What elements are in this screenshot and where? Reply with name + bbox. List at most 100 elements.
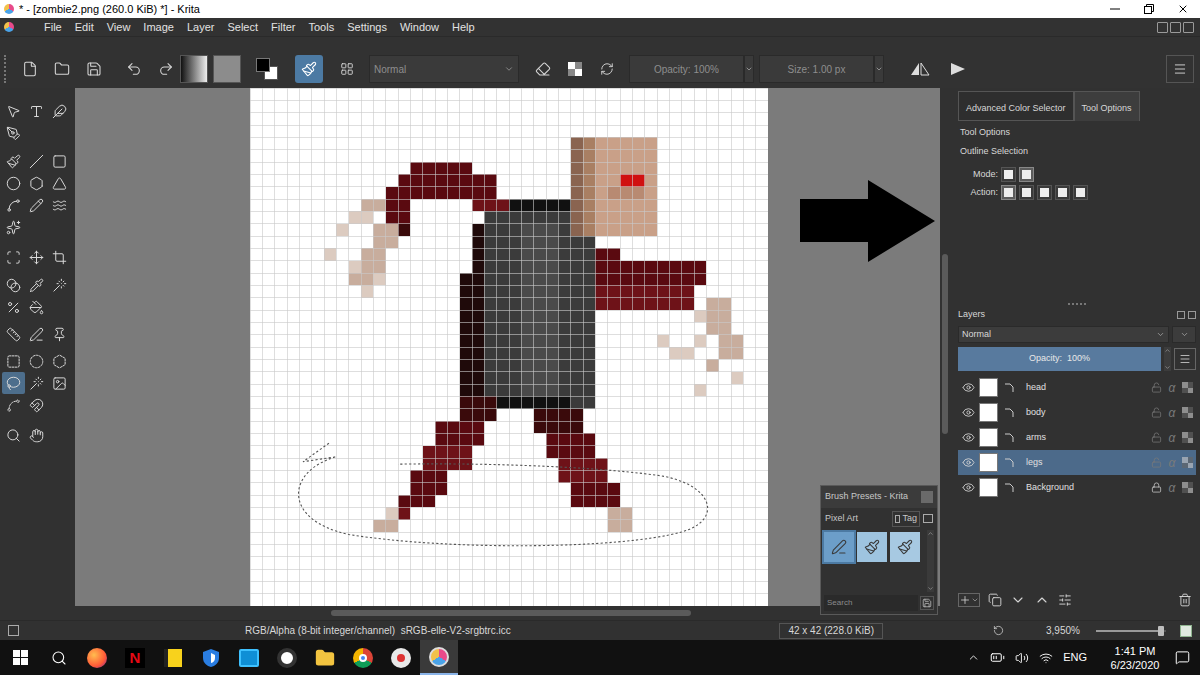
tool-button[interactable] (2, 394, 25, 416)
undo-button[interactable] (120, 55, 148, 83)
gradient-button[interactable] (180, 55, 208, 83)
brush-preset-tile[interactable] (824, 532, 854, 562)
layer-opacity-bar[interactable]: Opacity: 100% (958, 347, 1161, 371)
menu-item[interactable]: View (107, 19, 131, 36)
mode-button[interactable] (1001, 167, 1016, 182)
tag-group[interactable]: Pixel Art (825, 512, 889, 526)
trash-icon[interactable] (1178, 593, 1192, 607)
taskbar-app[interactable] (382, 640, 420, 675)
brush-preset-tile[interactable] (890, 532, 920, 562)
tool-button[interactable] (48, 372, 71, 394)
tool-button[interactable] (2, 296, 25, 318)
action-button[interactable] (1073, 185, 1088, 200)
taskbar-app[interactable] (420, 640, 458, 675)
mdi-restore-icon[interactable] (1170, 22, 1181, 33)
tool-button[interactable] (2, 194, 25, 216)
canvas-viewport[interactable] (75, 88, 940, 606)
delete-layer-button[interactable] (1178, 593, 1192, 607)
start-button[interactable] (0, 640, 40, 675)
mdi-minimize-icon[interactable] (1157, 22, 1168, 33)
sliders-icon[interactable] (1058, 593, 1072, 607)
eraser-button[interactable] (529, 55, 557, 83)
action-button[interactable] (1055, 185, 1070, 200)
canvas-only-button[interactable] (1180, 625, 1192, 637)
taskbar-app[interactable] (78, 640, 116, 675)
brush-preset-button[interactable] (295, 55, 323, 83)
tool-button[interactable] (25, 194, 48, 216)
hamburger-button[interactable] (1166, 55, 1194, 83)
new-button[interactable] (16, 55, 44, 83)
docker-title-bar[interactable]: Brush Presets - Krita (821, 486, 937, 508)
tool-button[interactable] (25, 274, 48, 296)
layer-filter-button[interactable] (1172, 326, 1196, 343)
tool-button[interactable] (48, 274, 71, 296)
inherit-alpha-toggle[interactable]: α (1167, 379, 1177, 397)
notifications-icon[interactable] (1175, 650, 1190, 665)
alpha-lock-icon[interactable] (1182, 457, 1193, 468)
search-button[interactable] (40, 640, 78, 675)
mirror-horizontal-button[interactable] (902, 55, 938, 83)
reload-preset-button[interactable] (593, 55, 621, 83)
layer-blend-dropdown[interactable]: Normal (958, 326, 1169, 343)
tool-button[interactable] (48, 350, 71, 372)
minimize-button[interactable] (1098, 0, 1132, 18)
mirror-vertical-button[interactable] (940, 55, 976, 83)
tool-button[interactable] (25, 323, 48, 345)
move-down-button[interactable] (1010, 592, 1026, 608)
tool-button[interactable] (25, 296, 48, 318)
arrow-up-icon[interactable] (1034, 592, 1050, 608)
close-button[interactable] (1166, 0, 1200, 18)
inherit-alpha-toggle[interactable]: α (1167, 479, 1177, 497)
image-size[interactable]: 42 x 42 (228.0 KiB) (779, 623, 883, 639)
tool-button[interactable] (2, 372, 25, 394)
presets-scrollbar[interactable] (927, 530, 934, 592)
docker-splitter[interactable] (958, 300, 1196, 308)
pixel-canvas[interactable] (250, 88, 768, 606)
tool-button[interactable] (25, 100, 48, 122)
visibility-icon[interactable] (962, 381, 975, 394)
docker-tab[interactable]: Tool Options (1074, 91, 1140, 121)
tool-button[interactable] (2, 100, 25, 122)
tool-button[interactable] (25, 394, 48, 416)
locked-icon[interactable] (1151, 482, 1162, 493)
docker-tab[interactable]: Advanced Color Selector (958, 91, 1074, 121)
tool-button[interactable] (48, 323, 71, 345)
action-button[interactable] (1037, 185, 1052, 200)
menu-item[interactable]: Settings (347, 19, 387, 36)
layer-row[interactable]: legsα (958, 450, 1196, 475)
scroll-thumb[interactable] (331, 610, 691, 616)
save-preset-button[interactable] (920, 596, 934, 610)
mode-button[interactable] (1019, 167, 1034, 182)
menu-item[interactable]: File (44, 19, 62, 36)
alpha-lock-icon[interactable] (1182, 482, 1193, 493)
tag-button[interactable]: Tag (892, 511, 920, 527)
layer-row[interactable]: headα (958, 375, 1196, 400)
tray-overflow-icon[interactable] (967, 651, 980, 664)
rotate-canvas-button[interactable] (993, 625, 1004, 636)
visibility-icon[interactable] (962, 481, 975, 494)
volume-icon[interactable] (1015, 651, 1029, 665)
taskbar-app[interactable]: N (116, 640, 154, 675)
horizontal-scrollbar[interactable] (75, 606, 950, 620)
tool-button[interactable] (48, 150, 71, 172)
open-button[interactable] (48, 55, 76, 83)
tool-button[interactable] (2, 172, 25, 194)
unlocked-icon[interactable] (1151, 407, 1162, 418)
tool-button[interactable] (25, 372, 48, 394)
tool-button[interactable] (2, 216, 25, 238)
taskbar-app[interactable] (192, 640, 230, 675)
layer-row[interactable]: bodyα (958, 400, 1196, 425)
toolbar-handle[interactable] (4, 55, 8, 83)
redo-button[interactable] (152, 55, 180, 83)
taskbar-app[interactable] (306, 640, 344, 675)
taskbar-app[interactable] (268, 640, 306, 675)
duplicate-icon[interactable] (988, 593, 1002, 607)
tool-button[interactable] (2, 274, 25, 296)
preset-search-field[interactable]: Search (824, 595, 918, 611)
visibility-icon[interactable] (962, 431, 975, 444)
docker-close-icon[interactable] (921, 491, 933, 503)
alpha-lock-icon[interactable] (1182, 432, 1193, 443)
layer-row[interactable]: armsα (958, 425, 1196, 450)
tool-button[interactable] (25, 350, 48, 372)
alpha-lock-icon[interactable] (1182, 382, 1193, 393)
